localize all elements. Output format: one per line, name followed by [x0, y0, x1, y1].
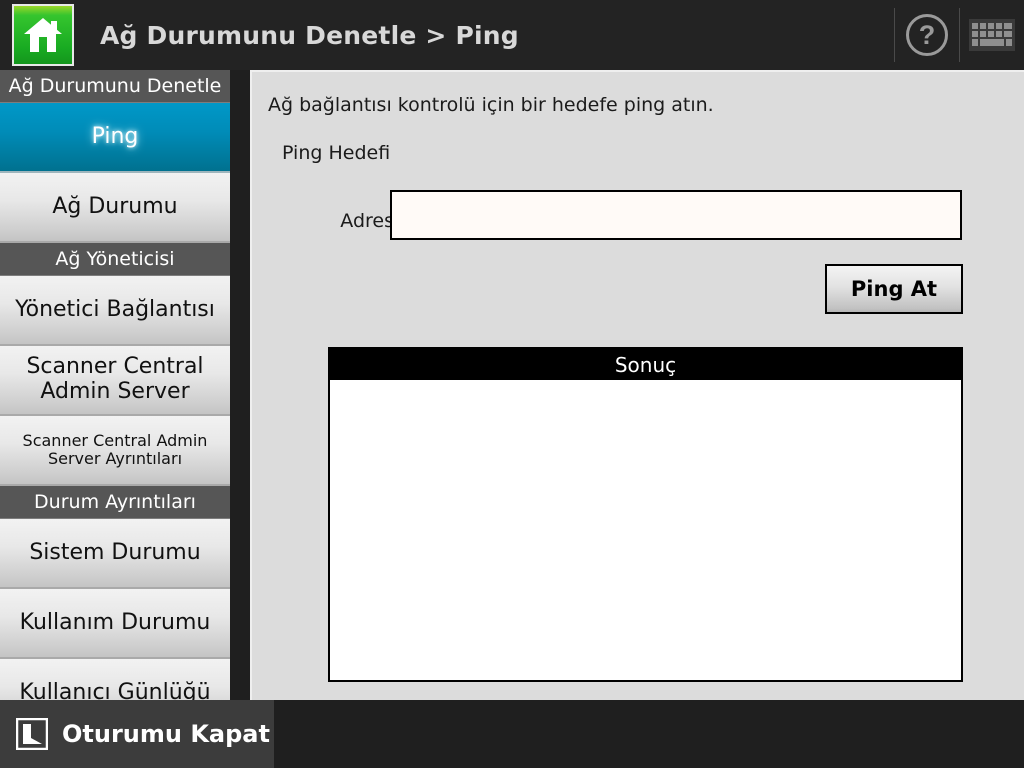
home-icon [24, 18, 62, 52]
bottom-bar: Oturumu Kapat [0, 700, 1024, 768]
sidebar-item-9[interactable]: Kullanım Durumu [0, 589, 230, 659]
ping-button[interactable]: Ping At [825, 264, 963, 314]
sidebar[interactable]: Ağ Durumunu Denetle Ping Ağ Durumu Ağ Yönet… [0, 70, 230, 700]
sidebar-section-header: Durum Ayrıntıları [0, 486, 230, 519]
logout-button[interactable]: Oturumu Kapat [0, 700, 274, 768]
result-panel-body [330, 380, 961, 680]
address-input[interactable] [390, 190, 962, 240]
main-content-panel: Ağ bağlantısı kontrolü için bir hedefe p… [250, 70, 1024, 700]
sidebar-item-6[interactable]: Scanner Central Admin Server Ayrıntıları [0, 416, 230, 486]
logout-label: Oturumu Kapat [62, 720, 270, 748]
breadcrumb: Ağ Durumunu Denetle > Ping [100, 20, 519, 50]
header-actions: ? [894, 0, 1024, 70]
sidebar-item-5[interactable]: Scanner Central Admin Server [0, 346, 230, 416]
sidebar-item-2[interactable]: Ağ Durumu [0, 173, 230, 243]
keyboard-button[interactable] [960, 0, 1024, 70]
sidebar-item-4[interactable]: Yönetici Bağlantısı [0, 276, 230, 346]
result-panel-title: Sonuç [330, 349, 961, 380]
sidebar-menu: Ağ Durumunu Denetle Ping Ağ Durumu Ağ Yönet… [0, 70, 230, 700]
home-button[interactable] [12, 4, 74, 66]
address-label: Adres [340, 210, 394, 232]
top-header-bar: Ağ Durumunu Denetle > Ping ? [0, 0, 1024, 70]
ping-target-group-label: Ping Hedefi [282, 142, 391, 164]
sidebar-section-header: Ağ Yöneticisi [0, 243, 230, 276]
keyboard-icon [969, 19, 1015, 51]
logout-icon [16, 718, 48, 750]
sidebar-item-10[interactable]: Kullanıcı Günlüğü [0, 659, 230, 700]
page-description: Ağ bağlantısı kontrolü için bir hedefe p… [268, 94, 714, 116]
sidebar-item-1[interactable]: Ping [0, 103, 230, 173]
sidebar-section-header: Ağ Durumunu Denetle [0, 70, 230, 103]
help-button[interactable]: ? [895, 0, 959, 70]
result-panel: Sonuç [328, 347, 963, 682]
sidebar-item-8[interactable]: Sistem Durumu [0, 519, 230, 589]
app-window: Ağ Durumunu Denetle > Ping ? Ağ Durumunu… [0, 0, 1024, 768]
help-icon: ? [906, 14, 948, 56]
